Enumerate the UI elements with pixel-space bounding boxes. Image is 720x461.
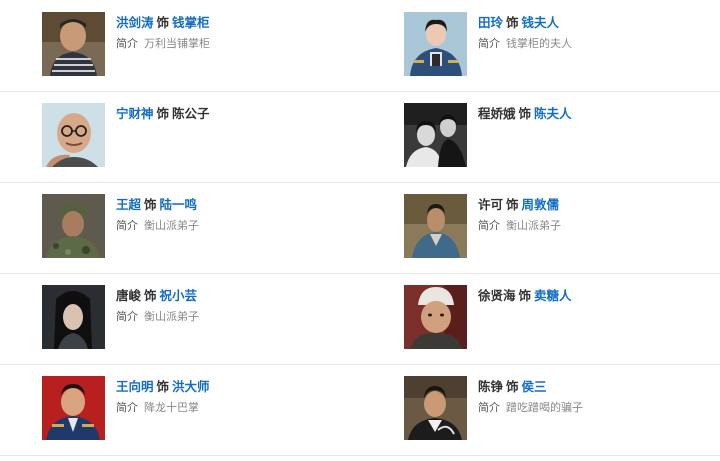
actor-name: 唐峻 <box>116 288 142 303</box>
role-description: 蹭吃蹭喝的骗子 <box>506 401 583 414</box>
actor-photo[interactable] <box>404 103 467 167</box>
cast-card: 徐贤海饰卖糖人 <box>404 285 720 351</box>
role-description: 降龙十巴掌 <box>144 401 199 414</box>
cast-card: 宁财神饰陈公子 <box>42 103 382 169</box>
cast-row: 唐峻饰祝小芸 简介 衡山派弟子 徐贤海饰卖糖人 <box>0 273 720 365</box>
role-name[interactable]: 钱夫人 <box>522 15 560 30</box>
cast-row: 宁财神饰陈公子 程娇娥饰陈夫人 <box>0 91 720 183</box>
actor-name: 许可 <box>478 197 504 212</box>
role-name[interactable]: 陈公子 <box>172 106 210 121</box>
intro-label: 简介 <box>478 401 500 414</box>
as-label: 饰 <box>506 197 519 212</box>
actor-name: 徐贤海 <box>478 288 516 303</box>
as-label: 饰 <box>144 197 157 212</box>
intro-label: 简介 <box>116 219 138 232</box>
role-description: 钱掌柜的夫人 <box>506 37 572 50</box>
role-name[interactable]: 陈夫人 <box>534 106 572 121</box>
role-name[interactable]: 祝小芸 <box>160 288 198 303</box>
cast-row: 王向明饰洪大师 简介 降龙十巴掌 陈铮饰侯三 简介 蹭吃蹭喝的骗子 <box>0 364 720 456</box>
actor-name[interactable]: 王向明 <box>116 379 154 394</box>
intro-label: 简介 <box>478 37 500 50</box>
actor-name: 程娇娥 <box>478 106 516 121</box>
actor-name: 陈铮 <box>478 379 504 394</box>
actor-photo[interactable] <box>404 285 467 349</box>
actor-photo[interactable] <box>404 12 467 76</box>
actor-name[interactable]: 宁财神 <box>116 106 154 121</box>
as-label: 饰 <box>518 288 532 303</box>
actor-photo[interactable] <box>42 376 105 440</box>
as-label: 饰 <box>506 379 519 394</box>
intro-label: 简介 <box>478 219 500 232</box>
cast-card: 田玲饰钱夫人 简介 钱掌柜的夫人 <box>404 12 720 78</box>
cast-card: 许可饰周敦儒 简介 衡山派弟子 <box>404 194 720 260</box>
cast-card: 王向明饰洪大师 简介 降龙十巴掌 <box>42 376 382 442</box>
as-label: 饰 <box>156 379 170 394</box>
role-description: 衡山派弟子 <box>506 219 561 232</box>
role-description: 衡山派弟子 <box>144 310 199 323</box>
intro-label: 简介 <box>116 310 138 323</box>
actor-photo[interactable] <box>42 194 105 258</box>
as-label: 饰 <box>144 288 157 303</box>
actor-name[interactable]: 王超 <box>116 197 141 212</box>
actor-photo[interactable] <box>42 285 105 349</box>
actor-photo[interactable] <box>404 376 467 440</box>
intro-label: 简介 <box>116 37 138 50</box>
cast-card: 洪剑涛饰钱掌柜 简介 万利当铺掌柜 <box>42 12 382 78</box>
cast-card: 唐峻饰祝小芸 简介 衡山派弟子 <box>42 285 382 351</box>
role-name[interactable]: 侯三 <box>522 379 547 394</box>
as-label: 饰 <box>518 106 532 121</box>
actor-photo[interactable] <box>404 194 467 258</box>
actor-name[interactable]: 洪剑涛 <box>116 15 154 30</box>
cast-row: 王超饰陆一鸣 简介 衡山派弟子 许可饰周敦儒 简介 衡山派弟子 <box>0 182 720 274</box>
actor-photo[interactable] <box>42 103 105 167</box>
role-description: 万利当铺掌柜 <box>144 37 210 50</box>
actor-name[interactable]: 田玲 <box>478 15 503 30</box>
cast-card: 程娇娥饰陈夫人 <box>404 103 720 169</box>
role-name[interactable]: 陆一鸣 <box>160 197 198 212</box>
role-name[interactable]: 钱掌柜 <box>172 15 210 30</box>
role-description: 衡山派弟子 <box>144 219 199 232</box>
cast-row: 洪剑涛饰钱掌柜 简介 万利当铺掌柜 田玲饰钱夫人 简介 钱掌柜的夫人 <box>0 0 720 92</box>
cast-card: 王超饰陆一鸣 简介 衡山派弟子 <box>42 194 382 260</box>
as-label: 饰 <box>506 15 519 30</box>
as-label: 饰 <box>156 15 170 30</box>
as-label: 饰 <box>156 106 170 121</box>
role-name[interactable]: 周敦儒 <box>522 197 560 212</box>
cast-card: 陈铮饰侯三 简介 蹭吃蹭喝的骗子 <box>404 376 720 442</box>
cast-list: 洪剑涛饰钱掌柜 简介 万利当铺掌柜 田玲饰钱夫人 简介 钱掌柜的夫人 宁财神饰陈公子 <box>0 0 720 461</box>
role-name[interactable]: 卖糖人 <box>534 288 572 303</box>
role-name[interactable]: 洪大师 <box>172 379 210 394</box>
intro-label: 简介 <box>116 401 138 414</box>
actor-photo[interactable] <box>42 12 105 76</box>
